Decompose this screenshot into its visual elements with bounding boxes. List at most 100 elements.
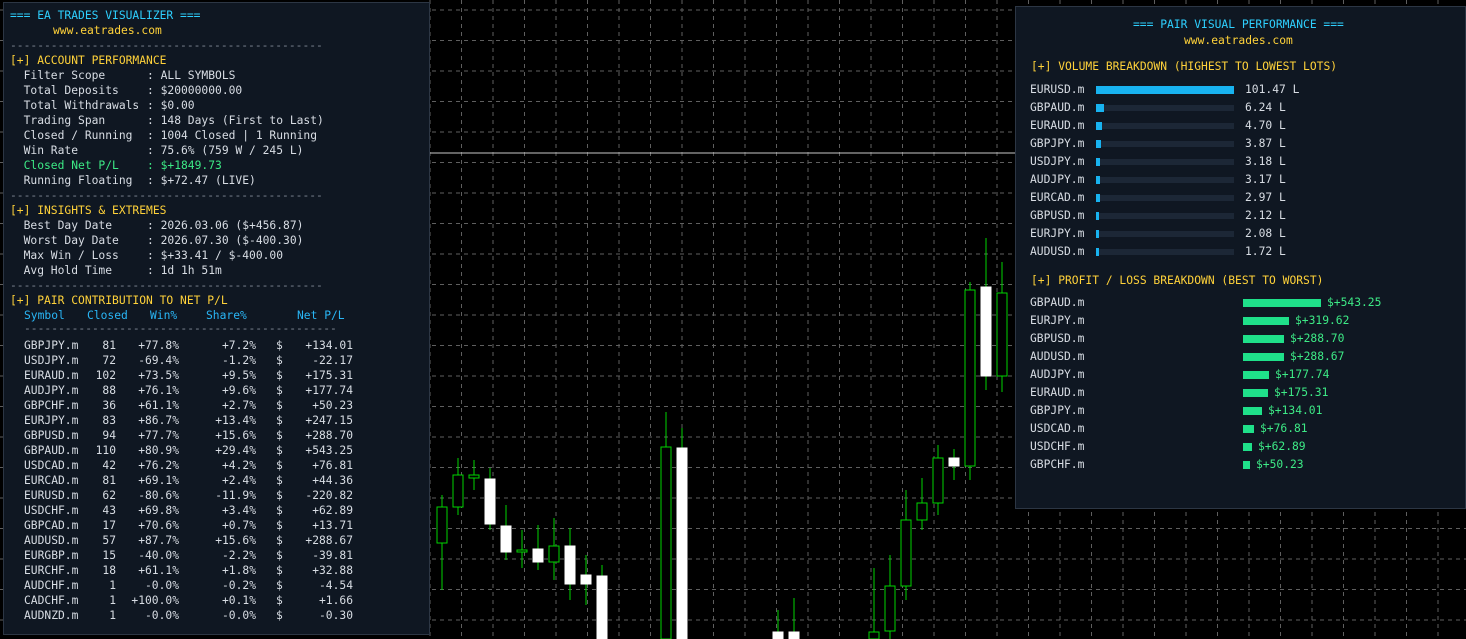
volume-value: 2.97 L [1245, 191, 1286, 204]
pair-closed: 81 [102, 339, 116, 352]
account-row-value: : 148 Days (First to Last) [147, 114, 324, 127]
insight-row-label: Avg Hold Time [10, 264, 147, 277]
pnl-symbol: GBPUSD.m [1030, 332, 1085, 345]
pair-net-pl: +288.70 [305, 429, 353, 442]
trading-terminal-window: === EA TRADES VISUALIZER === www.eatrade… [0, 0, 1466, 639]
volume-symbol: GBPAUD.m [1030, 101, 1085, 114]
pair-currency: $ [276, 534, 283, 547]
pair-closed: 88 [102, 384, 116, 397]
site-link[interactable]: www.eatrades.com [1184, 33, 1293, 48]
insight-row-value: : 2026.03.06 ($+456.87) [147, 219, 304, 232]
pair-contribution-heading: [+] PAIR CONTRIBUTION TO NET P/L [10, 294, 228, 307]
separator: ----------------------------------------… [10, 39, 323, 52]
pair-share: +9.5% [221, 369, 256, 382]
account-row-value: : $+72.47 (LIVE) [147, 174, 256, 187]
insight-row-label: Worst Day Date [10, 234, 147, 247]
volume-bar-track [1096, 159, 1234, 165]
bearish-candle [884, 585, 896, 632]
pair-net-pl: +175.31 [305, 369, 353, 382]
bearish-candle [660, 446, 672, 639]
pair-win: +80.9% [138, 444, 179, 457]
pnl-value: $+543.25 [1327, 296, 1382, 309]
bearish-candle [548, 545, 560, 563]
pair-net-pl: +44.36 [312, 474, 353, 487]
pnl-breakdown-heading: [+] PROFIT / LOSS BREAKDOWN (BEST TO WOR… [1031, 274, 1324, 287]
pnl-bar [1243, 443, 1252, 451]
pair-closed: 102 [95, 369, 116, 382]
bullish-candle [596, 575, 608, 639]
pair-net-pl: +543.25 [305, 444, 353, 457]
volume-symbol: EURUSD.m [1030, 83, 1085, 96]
insight-row-value: : $+33.41 / $-400.00 [147, 249, 284, 262]
insight-row-value: : 2026.07.30 ($-400.30) [147, 234, 304, 247]
bullish-candle [788, 631, 800, 639]
volume-breakdown-heading: [+] VOLUME BREAKDOWN (HIGHEST TO LOWEST … [1031, 60, 1338, 73]
pair-currency: $ [276, 354, 283, 367]
pair-currency: $ [276, 564, 283, 577]
pair-win: +86.7% [138, 414, 179, 427]
pair-net-pl: +288.67 [305, 534, 353, 547]
pair-win: -40.0% [138, 549, 179, 562]
account-row-label: Closed / Running [10, 129, 147, 142]
pair-win: +73.5% [138, 369, 179, 382]
pair-currency: $ [276, 474, 283, 487]
pnl-value: $+50.23 [1256, 458, 1304, 471]
bearish-candle [900, 519, 912, 587]
pair-net-pl: +32.88 [312, 564, 353, 577]
account-row-value: : $20000000.00 [147, 84, 243, 97]
pair-net-pl: -4.54 [318, 579, 353, 592]
pnl-value: $+288.67 [1290, 350, 1345, 363]
pair-closed: 62 [102, 489, 116, 502]
pair-currency: $ [276, 414, 283, 427]
volume-symbol: EURCAD.m [1030, 191, 1085, 204]
pair-win: +76.1% [138, 384, 179, 397]
volume-bar [1096, 212, 1099, 220]
pair-net-pl: +76.81 [312, 459, 353, 472]
volume-bar [1096, 140, 1101, 148]
pnl-symbol: AUDJPY.m [1030, 368, 1085, 381]
panel-title: === EA TRADES VISUALIZER === [10, 9, 201, 22]
pair-currency: $ [276, 399, 283, 412]
bearish-candle [916, 502, 928, 521]
site-link[interactable]: www.eatrades.com [53, 23, 162, 38]
volume-value: 101.47 L [1245, 83, 1300, 96]
account-row-label: Win Rate [10, 144, 147, 157]
insight-row-label: Best Day Date [10, 219, 147, 232]
pair-win: +61.1% [138, 399, 179, 412]
pair-share: +13.4% [215, 414, 256, 427]
volume-value: 3.87 L [1245, 137, 1286, 150]
pair-win: +77.8% [138, 339, 179, 352]
pair-currency: $ [276, 504, 283, 517]
pnl-bar [1243, 335, 1284, 343]
pair-closed: 1 [109, 594, 116, 607]
account-row-label: Total Deposits [10, 84, 147, 97]
bearish-candle [964, 289, 976, 467]
pair-closed: 1 [109, 609, 116, 622]
pnl-symbol: EURJPY.m [1030, 314, 1085, 327]
pair-net-pl: -220.82 [305, 489, 353, 502]
pair-currency: $ [276, 339, 283, 352]
volume-value: 6.24 L [1245, 101, 1286, 114]
pair-closed: 43 [102, 504, 116, 517]
account-row-value: : ALL SYMBOLS [147, 69, 236, 82]
pair-currency: $ [276, 459, 283, 472]
pair-net-pl: +62.89 [312, 504, 353, 517]
pnl-symbol: USDCHF.m [1030, 440, 1085, 453]
pair-currency: $ [276, 489, 283, 502]
pnl-bar [1243, 461, 1250, 469]
volume-bar-track [1096, 249, 1234, 255]
pair-net-pl: -39.81 [312, 549, 353, 562]
volume-bar [1096, 158, 1100, 166]
pair-net-pl: -0.30 [318, 609, 353, 622]
pnl-value: $+62.89 [1258, 440, 1306, 453]
volume-bar-track [1096, 105, 1234, 111]
pair-share: +4.2% [221, 459, 256, 472]
bullish-candle [980, 286, 992, 377]
volume-bar [1096, 86, 1234, 94]
volume-bar-track [1096, 231, 1234, 237]
pnl-bar [1243, 407, 1262, 415]
pnl-symbol: EURAUD.m [1030, 386, 1085, 399]
volume-bar-track [1096, 141, 1234, 147]
volume-bar [1096, 104, 1104, 112]
pair-net-pl: +177.74 [305, 384, 353, 397]
